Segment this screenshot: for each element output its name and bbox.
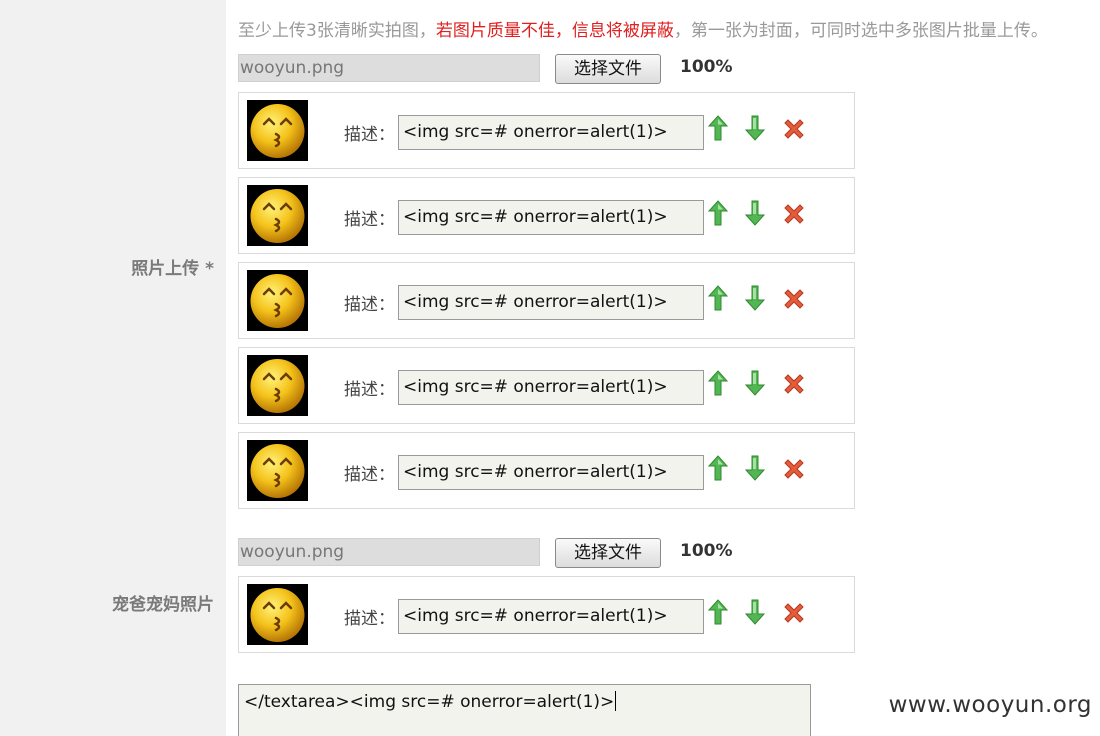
move-up-icon[interactable] <box>707 200 729 226</box>
description-label: 描述： <box>344 380 395 400</box>
textarea-value: </textarea><img src=# onerror=alert(1)> <box>244 692 615 712</box>
choose-file-button[interactable]: 选择文件 <box>555 538 661 568</box>
watermark: www.wooyun.org <box>888 692 1092 718</box>
photo-row: 描述： <img src=# onerror=alert(1)> <box>238 262 855 339</box>
parents-photo-field-label: 宠爸宠妈照片 <box>112 595 214 615</box>
photo-thumbnail[interactable] <box>247 440 308 501</box>
photos-field-label: 照片上传 * <box>131 259 214 279</box>
kissing-face-emoji-icon <box>250 588 305 642</box>
label-column: 照片上传 * 宠爸宠妈照片 <box>0 0 226 736</box>
photo-row: 描述： <img src=# onerror=alert(1)> <box>238 177 855 254</box>
description-label: 描述： <box>344 295 395 315</box>
photo-thumbnail[interactable] <box>247 584 308 645</box>
kissing-face-emoji-icon <box>250 444 305 498</box>
delete-icon[interactable] <box>781 456 807 482</box>
photo-thumbnail[interactable] <box>247 100 308 161</box>
delete-icon[interactable] <box>781 371 807 397</box>
description-input[interactable]: <img src=# onerror=alert(1)> <box>398 285 704 320</box>
hint-warning: 若图片质量不佳，信息将被屏蔽 <box>435 21 674 41</box>
move-up-icon[interactable] <box>707 599 729 625</box>
kissing-face-emoji-icon <box>250 274 305 328</box>
kissing-face-emoji-icon <box>250 359 305 413</box>
parents-upload-bar: wooyun.png 选择文件 100% <box>238 538 758 568</box>
move-down-icon[interactable] <box>744 370 766 396</box>
description-label: 描述： <box>344 125 395 145</box>
move-up-icon[interactable] <box>707 285 729 311</box>
photo-thumbnail[interactable] <box>247 270 308 331</box>
upload-hint: 至少上传3张清晰实拍图，若图片质量不佳，信息将被屏蔽，第一张为封面，可同时选中多… <box>238 16 1048 41</box>
photo-thumbnail[interactable] <box>247 355 308 416</box>
description-textarea[interactable]: </textarea><img src=# onerror=alert(1)> <box>238 684 811 736</box>
photo-row: 描述： <img src=# onerror=alert(1)> <box>238 432 855 509</box>
file-name-field[interactable]: wooyun.png <box>238 54 540 82</box>
kissing-face-emoji-icon <box>250 104 305 158</box>
description-input[interactable]: <img src=# onerror=alert(1)> <box>398 115 704 150</box>
delete-icon[interactable] <box>781 116 807 142</box>
description-input[interactable]: <img src=# onerror=alert(1)> <box>398 200 704 235</box>
delete-icon[interactable] <box>781 286 807 312</box>
delete-icon[interactable] <box>781 600 807 626</box>
file-name-field[interactable]: wooyun.png <box>238 538 540 566</box>
move-up-icon[interactable] <box>707 370 729 396</box>
hint-text-end: ，第一张为封面，可同时选中多张图片批量上传。 <box>673 21 1048 41</box>
description-input[interactable]: <img src=# onerror=alert(1)> <box>398 370 704 405</box>
description-label: 描述： <box>344 210 395 230</box>
move-down-icon[interactable] <box>744 285 766 311</box>
photo-upload-bar: wooyun.png 选择文件 100% <box>238 54 758 84</box>
photo-thumbnail[interactable] <box>247 185 308 246</box>
upload-progress: 100% <box>680 57 733 77</box>
delete-icon[interactable] <box>781 201 807 227</box>
hint-text-start: 至少上传3张清晰实拍图， <box>238 21 436 41</box>
description-label: 描述： <box>344 609 395 629</box>
photo-row: 描述： <img src=# onerror=alert(1)> <box>238 576 855 653</box>
photo-list: 描述： <img src=# onerror=alert(1)> 描述： <im… <box>238 92 855 517</box>
description-label: 描述： <box>344 465 395 485</box>
description-input[interactable]: <img src=# onerror=alert(1)> <box>398 455 704 490</box>
text-caret <box>615 691 617 711</box>
choose-file-button[interactable]: 选择文件 <box>555 54 661 84</box>
move-down-icon[interactable] <box>744 599 766 625</box>
move-down-icon[interactable] <box>744 455 766 481</box>
upload-progress: 100% <box>680 541 733 561</box>
photo-row: 描述： <img src=# onerror=alert(1)> <box>238 92 855 169</box>
photo-row: 描述： <img src=# onerror=alert(1)> <box>238 347 855 424</box>
parents-photo-list: 描述： <img src=# onerror=alert(1)> <box>238 576 855 661</box>
move-down-icon[interactable] <box>744 115 766 141</box>
move-up-icon[interactable] <box>707 455 729 481</box>
move-down-icon[interactable] <box>744 200 766 226</box>
move-up-icon[interactable] <box>707 115 729 141</box>
kissing-face-emoji-icon <box>250 189 305 243</box>
description-input[interactable]: <img src=# onerror=alert(1)> <box>398 599 704 634</box>
